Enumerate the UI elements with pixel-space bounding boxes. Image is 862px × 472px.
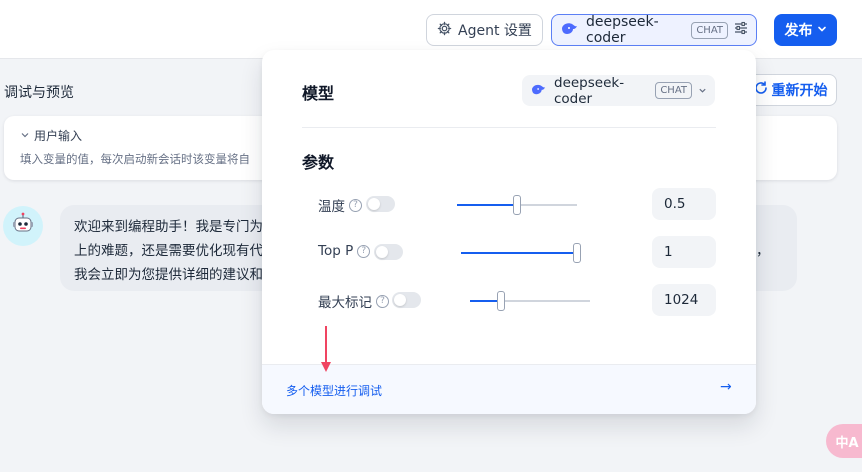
whale-logo-icon: [530, 82, 548, 100]
slider-fill: [457, 204, 517, 206]
welcome-line-2: 上的难题，还是需要优化现有代: [74, 243, 263, 259]
model-dropdown[interactable]: deepseek-coder CHAT: [522, 74, 715, 107]
param-temperature-label: 温度 ?: [318, 195, 362, 215]
slider-fill: [461, 252, 577, 254]
param-top-p-label: Top P ?: [318, 243, 371, 259]
param-temperature-name: 温度: [318, 199, 345, 215]
chevron-down-icon: [20, 129, 30, 143]
restart-button[interactable]: 重新开始: [744, 74, 837, 106]
sliders-icon: [734, 21, 748, 39]
welcome-line-3: 我会立即为您提供详细的建议和: [74, 267, 263, 283]
user-input-toggle[interactable]: 用户输入: [20, 127, 82, 144]
param-top-p-input[interactable]: [652, 236, 716, 268]
param-top-p-name: Top P: [318, 243, 354, 259]
param-max-tokens-name: 最大标记: [318, 295, 372, 311]
model-selector-button[interactable]: deepseek-coder CHAT: [551, 14, 757, 46]
whale-logo-icon: [560, 20, 580, 40]
params-section-label: 参数: [302, 153, 335, 172]
robot-icon: [10, 211, 36, 241]
debug-preview-title: 调试与预览: [4, 85, 74, 101]
slider-thumb[interactable]: [497, 291, 506, 311]
param-temperature-slider[interactable]: [457, 195, 577, 215]
chevron-down-icon: [698, 83, 707, 99]
param-max-tokens-slider[interactable]: [470, 291, 590, 311]
translate-button[interactable]: 中A: [826, 424, 862, 458]
model-section-label: 模型: [302, 84, 335, 103]
bot-avatar: [3, 206, 43, 246]
model-name: deepseek-coder: [586, 14, 659, 46]
param-max-tokens-input[interactable]: [652, 284, 716, 316]
slider-thumb[interactable]: [513, 195, 521, 215]
welcome-tail-2: ，: [756, 243, 770, 259]
gear-icon: [437, 21, 452, 40]
param-top-p-toggle[interactable]: [374, 244, 403, 260]
annotation-arrow: [319, 326, 333, 374]
translate-icon: 中A: [835, 435, 859, 451]
param-max-tokens-toggle[interactable]: [392, 292, 421, 308]
slider-thumb[interactable]: [573, 243, 581, 263]
model-settings-popover: 模型 deepseek-coder CHAT 参数 温度 ? Top P ? 最…: [262, 50, 756, 414]
chevron-down-icon: [817, 22, 827, 38]
user-input-description: 填入变量的值，每次启动新会话时该变量将自: [20, 152, 250, 166]
user-input-header: 用户输入: [34, 129, 83, 143]
agent-settings-label: Agent 设置: [458, 23, 532, 39]
publish-label: 发布: [784, 23, 813, 39]
param-top-p-slider[interactable]: [461, 243, 581, 263]
model-type-badge: CHAT: [655, 82, 692, 99]
popover-footer: 多个模型进行调试 →: [262, 364, 756, 414]
model-name: deepseek-coder: [554, 74, 625, 107]
multi-model-debug-link[interactable]: 多个模型进行调试: [286, 382, 382, 399]
param-max-tokens-label: 最大标记 ?: [318, 291, 389, 311]
publish-button[interactable]: 发布: [774, 14, 837, 46]
param-temperature-toggle[interactable]: [366, 196, 395, 212]
help-icon[interactable]: ?: [376, 294, 389, 308]
help-icon[interactable]: ?: [357, 244, 371, 258]
welcome-line-1: 欢迎来到编程助手！我是专门为: [74, 219, 263, 235]
param-temperature-input[interactable]: [652, 188, 716, 220]
arrow-right-icon[interactable]: →: [720, 379, 732, 395]
model-type-badge: CHAT: [691, 21, 728, 39]
divider: [302, 127, 716, 128]
help-icon[interactable]: ?: [349, 198, 362, 212]
restart-label: 重新开始: [771, 83, 828, 99]
agent-settings-button[interactable]: Agent 设置: [426, 14, 543, 46]
